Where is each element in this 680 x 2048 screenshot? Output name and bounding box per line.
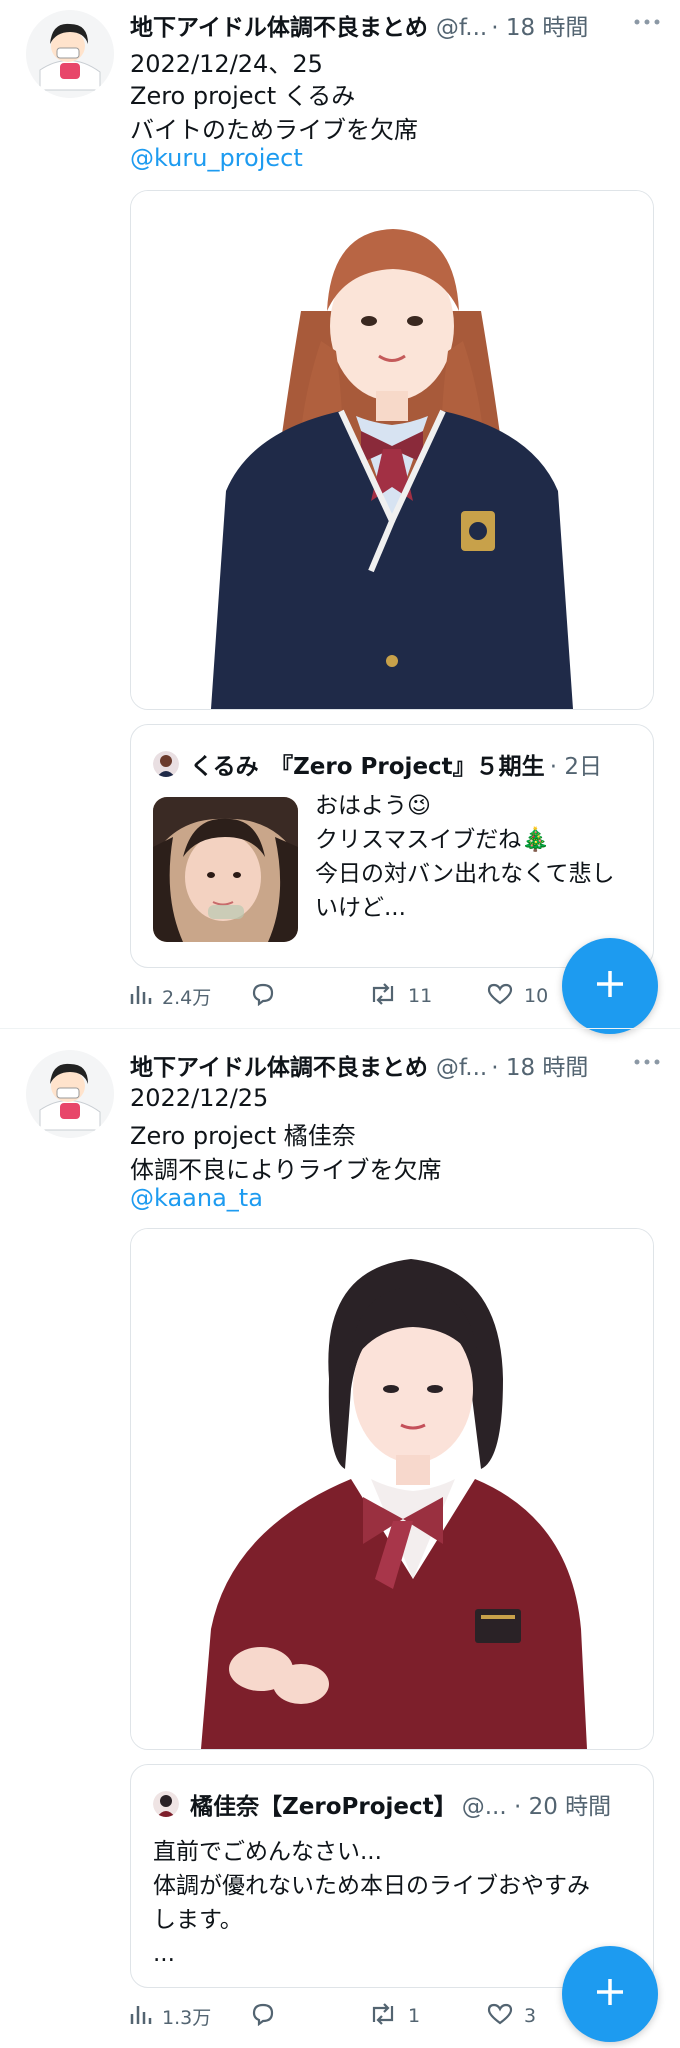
retweet-icon [368, 2002, 408, 2031]
author-name[interactable]: 地下アイドル体調不良まとめ [130, 1055, 428, 1081]
quote-text-line: おはよう😉 [315, 793, 431, 819]
tweet-divider [0, 1028, 680, 1029]
views-button[interactable]: 1.3万 [130, 1998, 211, 2034]
tweet-time[interactable]: · 18 時間 [491, 1055, 588, 1081]
author-name[interactable]: 地下アイドル体調不良まとめ [130, 15, 428, 41]
author-handle[interactable]: @f... [436, 15, 487, 41]
compose-plus-icon [593, 967, 627, 1005]
reply-icon [250, 2002, 286, 2031]
quoted-tweet[interactable]: 橘佳奈【ZeroProject】 @... · 20 時間 直前でごめんなさい.… [130, 1764, 654, 1988]
tweet-text-line: Zero project くるみ [130, 82, 356, 110]
author-handle[interactable]: @f... [436, 1055, 487, 1081]
mention-link[interactable]: @kaana_ta [130, 1184, 263, 1212]
quoted-tweet[interactable]: くるみ 『Zero Project』５期生 · 2日 おはよう😉 クリスマスイブ… [130, 724, 654, 968]
tweet-photo[interactable] [130, 1228, 654, 1750]
tweet-time[interactable]: · 18 時間 [491, 15, 588, 41]
quote-header: くるみ 『Zero Project』５期生 · 2日 [153, 747, 633, 781]
tweet-text-line: 体調不良によりライブを欠席 [130, 1156, 442, 1184]
tweet-text-line: バイトのためライブを欠席 [130, 116, 418, 144]
like-icon [486, 2002, 524, 2031]
views-button[interactable]: 2.4万 [130, 978, 211, 1014]
quote-time[interactable]: · 2日 [550, 754, 602, 780]
retweet-count: 11 [408, 985, 433, 1007]
compose-button[interactable] [562, 938, 658, 1034]
author-avatar[interactable] [26, 10, 114, 98]
quote-author-name[interactable]: くるみ 『Zero Project』５期生 [190, 754, 545, 780]
views-count: 1.3万 [162, 2006, 212, 2029]
quote-text-line: ... [153, 1941, 175, 1967]
reply-button[interactable] [250, 1998, 286, 2034]
compose-button[interactable] [562, 1946, 658, 2042]
views-count: 2.4万 [162, 986, 212, 1009]
tweet-actions: 2.4万 11 10 [130, 978, 630, 1014]
tweet-photo[interactable] [130, 190, 654, 710]
quote-avatar[interactable] [153, 751, 179, 777]
like-icon [486, 982, 524, 1011]
like-count: 3 [524, 2005, 537, 2027]
retweet-button[interactable]: 1 [368, 1998, 420, 2034]
tweet-header: 地下アイドル体調不良まとめ @f... · 18 時間 [130, 1048, 660, 1088]
quote-text-line: 体調が優れないため本日のライブおやすみ [153, 1873, 590, 1899]
author-avatar[interactable] [26, 1050, 114, 1138]
reply-icon [250, 982, 286, 1011]
tweet-text-line: 2022/12/25 [130, 1084, 269, 1112]
quote-author-name[interactable]: 橘佳奈【ZeroProject】 [190, 1794, 457, 1820]
compose-plus-icon [593, 1975, 627, 2013]
quote-photo[interactable] [153, 797, 298, 942]
like-button[interactable]: 3 [486, 1998, 536, 2034]
reply-button[interactable] [250, 978, 286, 1014]
tweet-header: 地下アイドル体調不良まとめ @f... · 18 時間 [130, 8, 660, 48]
tweet-actions: 1.3万 1 3 [130, 1998, 630, 2034]
quote-text-line: します。 [153, 1907, 243, 1933]
like-button[interactable]: 10 [486, 978, 548, 1014]
views-icon [130, 2002, 162, 2031]
tweet-1[interactable]: 地下アイドル体調不良まとめ @f... · 18 時間 2022/12/24、25 … [0, 0, 680, 1030]
tweet-text-line: 2022/12/24、25 [130, 50, 323, 78]
retweet-button[interactable]: 11 [368, 978, 432, 1014]
like-count: 10 [524, 985, 549, 1007]
more-dots-icon[interactable] [634, 0, 660, 33]
quote-header: 橘佳奈【ZeroProject】 @... · 20 時間 [153, 1787, 633, 1821]
quote-text-line: 今日の対バン出れなくて悲し [315, 861, 615, 887]
quote-time[interactable]: @... · 20 時間 [462, 1794, 611, 1820]
more-dots-icon[interactable] [634, 1040, 660, 1073]
quote-text-line: いけど... [315, 895, 406, 921]
quote-avatar[interactable] [153, 1791, 179, 1817]
tweet-text-line: Zero project 橘佳奈 [130, 1122, 356, 1150]
mention-link[interactable]: @kuru_project [130, 144, 303, 172]
quote-text-line: クリスマスイブだね🎄 [315, 827, 550, 853]
retweet-count: 1 [408, 2005, 421, 2027]
retweet-icon [368, 982, 408, 1011]
tweet-2[interactable]: 地下アイドル体調不良まとめ @f... · 18 時間 2022/12/25 Zer… [0, 1040, 680, 2048]
views-icon [130, 982, 162, 1011]
quote-text-line: 直前でごめんなさい... [153, 1839, 382, 1865]
